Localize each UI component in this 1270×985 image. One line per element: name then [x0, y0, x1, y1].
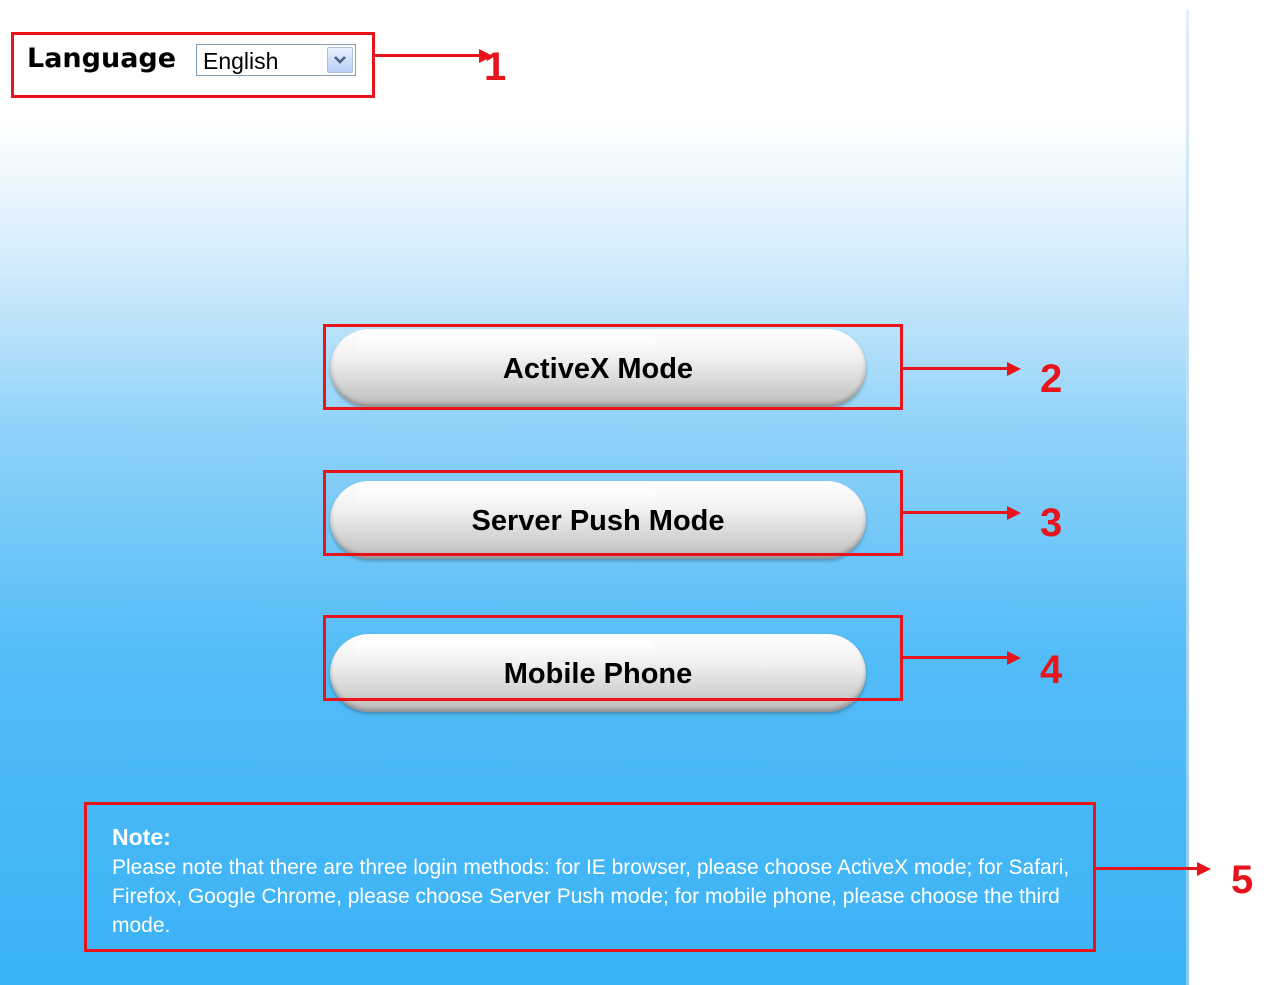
callout-number-5: 5 [1231, 858, 1254, 902]
page-border [1186, 10, 1189, 985]
arrow-head-icon [1007, 651, 1021, 665]
callout-number-4: 4 [1040, 648, 1063, 692]
arrow-head-icon [1007, 362, 1021, 376]
annotation-box-1 [11, 32, 375, 98]
annotation-box-5 [84, 802, 1096, 952]
callout-number-3: 3 [1040, 501, 1063, 545]
login-page: Language English ActiveX Mode Server Pus… [0, 0, 1270, 985]
annotation-arrow-2 [903, 367, 1009, 370]
annotation-arrow-3 [903, 511, 1009, 514]
annotation-arrow-5 [1096, 867, 1199, 870]
callout-number-2: 2 [1040, 357, 1063, 401]
arrow-head-icon [1007, 506, 1021, 520]
annotation-box-3 [323, 470, 903, 556]
annotation-arrow-1 [375, 54, 483, 57]
annotation-arrow-4 [903, 656, 1009, 659]
annotation-box-4 [323, 615, 903, 701]
annotation-box-2 [323, 324, 903, 410]
arrow-head-icon [1197, 862, 1211, 876]
callout-number-1: 1 [484, 45, 507, 89]
